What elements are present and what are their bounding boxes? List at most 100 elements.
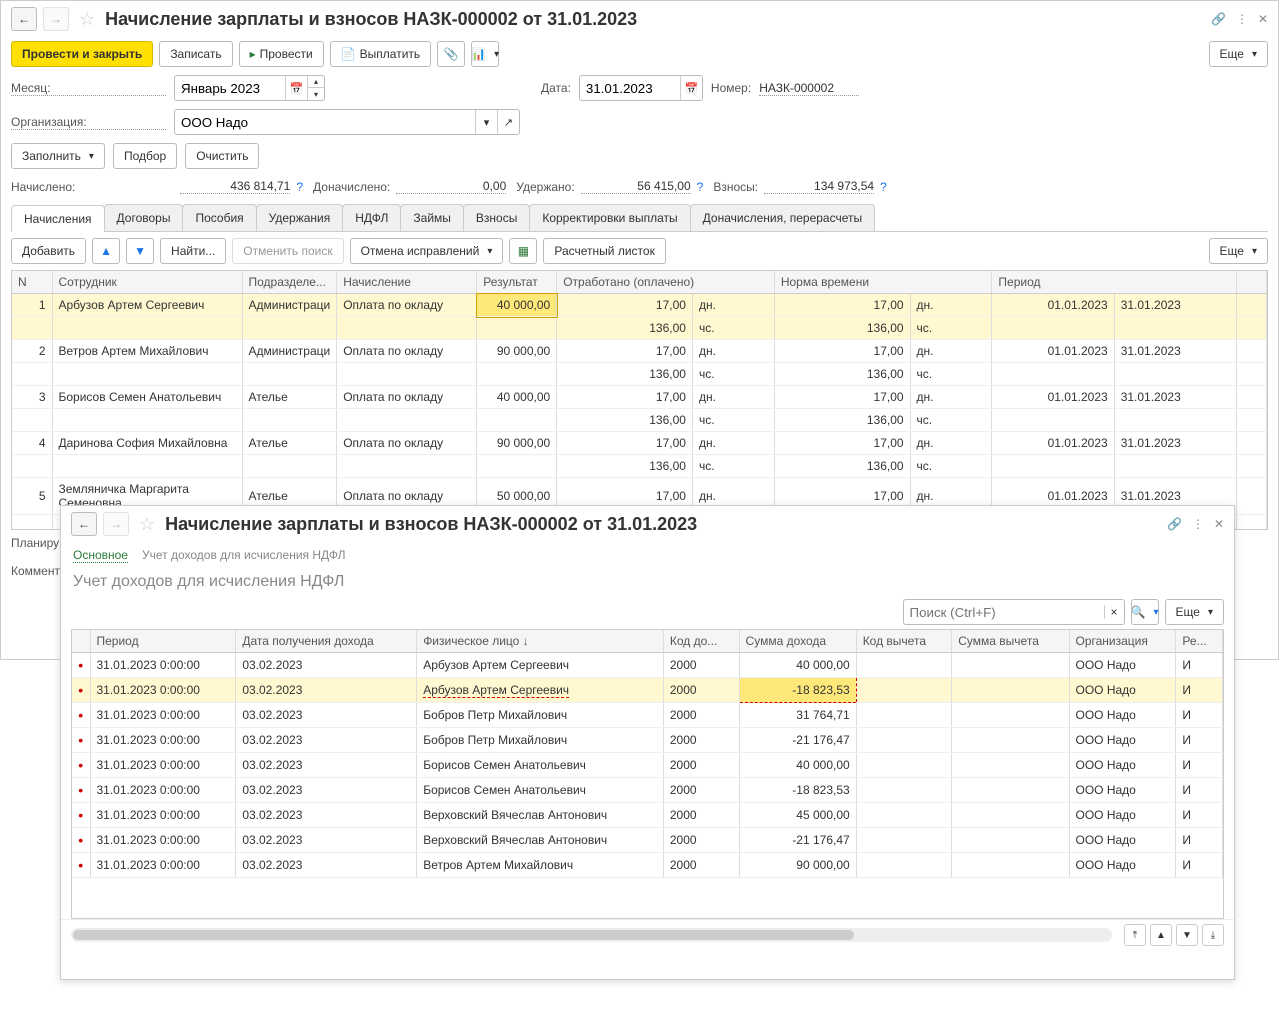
cancel-fix-button[interactable]: Отмена исправлений (350, 238, 504, 264)
month-input[interactable]: 📅 ▴▾ (174, 75, 325, 101)
pick-button[interactable]: Подбор (113, 143, 177, 169)
scroll-top-icon[interactable]: ⤒ (1124, 924, 1146, 946)
star-icon[interactable]: ☆ (139, 514, 155, 535)
move-down-button[interactable]: ▼ (126, 238, 154, 264)
payslip-button[interactable]: Расчетный листок (543, 238, 665, 264)
tab-0[interactable]: Начисления (11, 205, 105, 232)
month-picker-icon[interactable]: 📅 (285, 76, 307, 100)
post-button[interactable]: ▸Провести (239, 41, 324, 67)
table-row[interactable]: • 31.01.2023 0:00:0003.02.2023Арбузов Ар… (72, 678, 1223, 703)
month-down[interactable]: ▾ (308, 88, 324, 100)
col-header[interactable]: Код до... (663, 630, 739, 653)
table-row[interactable]: 3Борисов Семен АнатольевичАтельеОплата п… (12, 386, 1267, 409)
help-icon[interactable]: ? (296, 180, 303, 194)
tab-1[interactable]: Договоры (104, 204, 184, 231)
col-header[interactable]: Отработано (оплачено) (557, 271, 775, 294)
table-row[interactable]: 136,00чс. 136,00чс. (12, 409, 1267, 432)
save-button[interactable]: Записать (159, 41, 232, 67)
table-row[interactable]: • 31.01.2023 0:00:0003.02.2023Верховский… (72, 828, 1223, 853)
tab-7[interactable]: Корректировки выплаты (529, 204, 690, 231)
date-picker-icon[interactable]: 📅 (680, 76, 702, 100)
table-row[interactable]: 4Даринова София МихайловнаАтельеОплата п… (12, 432, 1267, 455)
scroll-down-icon[interactable]: ▼ (1176, 924, 1198, 946)
fill-button[interactable]: Заполнить (11, 143, 105, 169)
tab-3[interactable]: Удержания (256, 204, 344, 231)
move-up-button[interactable]: ▲ (92, 238, 120, 264)
kebab-icon[interactable]: ⋮ (1236, 12, 1248, 26)
col-header[interactable]: Организация (1069, 630, 1176, 653)
scroll-bottom-icon[interactable]: ⤓ (1202, 924, 1224, 946)
table-row[interactable]: • 31.01.2023 0:00:0003.02.2023Борисов Се… (72, 753, 1223, 778)
add-button[interactable]: Добавить (11, 238, 86, 264)
table-row[interactable]: • 31.01.2023 0:00:0003.02.2023Бобров Пет… (72, 728, 1223, 753)
horizontal-scrollbar[interactable] (71, 928, 1112, 942)
back-button[interactable]: ← (71, 512, 97, 536)
table-row[interactable]: • 31.01.2023 0:00:0003.02.2023Борисов Се… (72, 778, 1223, 803)
close-icon[interactable]: ✕ (1214, 517, 1224, 531)
table-row[interactable]: 136,00чс. 136,00чс. (12, 317, 1267, 340)
more-button[interactable]: Еще (1165, 599, 1224, 625)
table-row[interactable]: • 31.01.2023 0:00:0003.02.2023Бобров Пет… (72, 703, 1223, 728)
star-icon[interactable]: ☆ (79, 9, 95, 30)
search-input[interactable]: × (903, 599, 1125, 625)
col-header[interactable]: Сотрудник (52, 271, 242, 294)
org-open-icon[interactable]: ↗ (497, 110, 519, 134)
col-header[interactable]: Сумма дохода (739, 630, 856, 653)
pay-button[interactable]: 📄Выплатить (330, 41, 431, 67)
table-row[interactable]: 136,00чс. 136,00чс. (12, 455, 1267, 478)
col-header[interactable]: Сумма вычета (952, 630, 1069, 653)
forward-button[interactable]: → (103, 512, 129, 536)
table-row[interactable]: • 31.01.2023 0:00:0003.02.2023Ветров Арт… (72, 853, 1223, 878)
subtab-1[interactable]: Учет доходов для исчисления НДФЛ (142, 548, 346, 563)
link-icon[interactable]: 🔗 (1167, 517, 1182, 531)
report-button[interactable]: 📊 (471, 41, 499, 67)
bullet-icon: • (78, 857, 83, 873)
table-row[interactable]: 1Арбузов Артем СергеевичАдминистрациОпла… (12, 294, 1267, 317)
link-icon[interactable]: 🔗 (1211, 12, 1226, 26)
clear-button[interactable]: Очистить (185, 143, 259, 169)
grid-icon-button[interactable]: ▦ (509, 238, 537, 264)
org-input[interactable]: ▾ ↗ (174, 109, 520, 135)
more-button[interactable]: Еще (1209, 41, 1268, 67)
table-row[interactable]: 136,00чс. 136,00чс. (12, 363, 1267, 386)
search-settings-button[interactable]: 🔍 (1131, 599, 1159, 625)
scroll-up-icon[interactable]: ▲ (1150, 924, 1172, 946)
kebab-icon[interactable]: ⋮ (1192, 517, 1204, 531)
attach-button[interactable]: 📎 (437, 41, 465, 67)
table-row[interactable]: 2Ветров Артем МихайловичАдминистрациОпла… (12, 340, 1267, 363)
col-header[interactable]: Физическое лицо ↓ (417, 630, 664, 653)
help-icon[interactable]: ? (697, 180, 704, 194)
col-header[interactable]: Подразделе... (242, 271, 337, 294)
clear-search-icon[interactable]: × (1104, 605, 1124, 619)
extra-label: Доначислено: (313, 180, 390, 194)
tab-8[interactable]: Доначисления, перерасчеты (690, 204, 875, 231)
table-row[interactable]: • 31.01.2023 0:00:0003.02.2023Арбузов Ар… (72, 653, 1223, 678)
col-header[interactable]: Норма времени (774, 271, 992, 294)
col-header[interactable]: Код вычета (856, 630, 952, 653)
col-header[interactable]: Период (992, 271, 1237, 294)
org-dropdown-icon[interactable]: ▾ (475, 110, 497, 134)
subtab-0[interactable]: Основное (73, 548, 128, 563)
post-and-close-button[interactable]: Провести и закрыть (11, 41, 153, 67)
cancel-search-button[interactable]: Отменить поиск (232, 238, 343, 264)
col-header[interactable]: Начисление (337, 271, 477, 294)
tab-4[interactable]: НДФЛ (342, 204, 401, 231)
bullet-icon: • (78, 782, 83, 798)
col-header[interactable]: N (12, 271, 52, 294)
forward-button[interactable]: → (43, 7, 69, 31)
tab-6[interactable]: Взносы (463, 204, 530, 231)
col-header[interactable]: Ре... (1176, 630, 1223, 653)
back-button[interactable]: ← (11, 7, 37, 31)
close-icon[interactable]: ✕ (1258, 12, 1268, 26)
month-up[interactable]: ▴ (308, 76, 324, 88)
tab-5[interactable]: Займы (400, 204, 464, 231)
table-more-button[interactable]: Еще (1209, 238, 1268, 264)
table-row[interactable]: • 31.01.2023 0:00:0003.02.2023Верховский… (72, 803, 1223, 828)
find-button[interactable]: Найти... (160, 238, 226, 264)
col-header[interactable]: Результат (477, 271, 557, 294)
tab-2[interactable]: Пособия (182, 204, 256, 231)
col-header[interactable]: Период (90, 630, 236, 653)
col-header[interactable]: Дата получения дохода (236, 630, 417, 653)
help-icon[interactable]: ? (880, 180, 887, 194)
date-input[interactable]: 📅 (579, 75, 703, 101)
